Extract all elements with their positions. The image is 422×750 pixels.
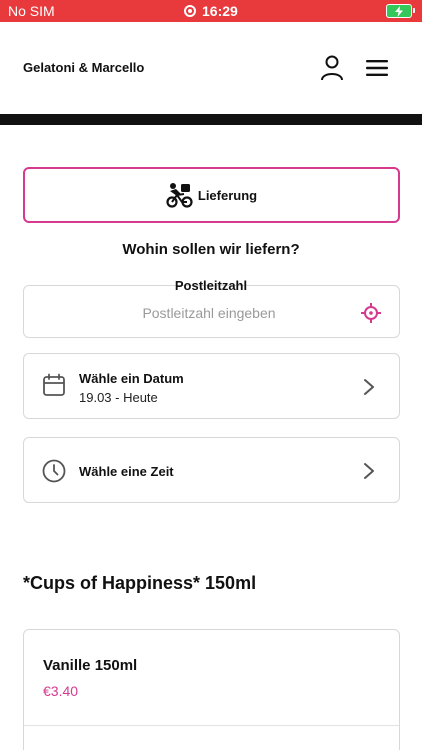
time-picker[interactable]: Wähle eine Zeit: [23, 437, 400, 503]
charging-bolt-icon: [395, 5, 403, 17]
delivery-mode-label: Lieferung: [197, 187, 258, 203]
date-picker-title: Wähle ein Datum: [79, 371, 184, 386]
user-account-icon[interactable]: [320, 55, 344, 81]
category-title: *Cups of Happiness* 150ml: [23, 573, 257, 593]
clock-icon: [42, 459, 66, 483]
chevron-right-icon: [364, 379, 374, 395]
app-header: Gelatoni & Marcello: [0, 22, 422, 114]
postal-code-label: Postleitzahl: [174, 278, 248, 293]
battery-icon: [386, 4, 415, 18]
delivery-mode-button[interactable]: Lieferung: [23, 167, 400, 223]
locate-me-icon[interactable]: [361, 303, 381, 323]
postal-code-input[interactable]: [44, 302, 374, 324]
header-banner-bar: [0, 114, 422, 125]
calendar-icon: [43, 373, 65, 396]
product-price: €3.40: [43, 683, 79, 699]
bicycle-courier-icon: [166, 183, 193, 208]
time-picker-title: Wähle eine Zeit: [79, 464, 174, 479]
clock-time: 16:29: [202, 3, 238, 19]
status-bar: No SIM 16:29: [0, 0, 422, 22]
carrier-label: No SIM: [8, 3, 55, 19]
date-picker[interactable]: Wähle ein Datum 19.03 - Heute: [23, 353, 400, 419]
product-card[interactable]: Vanille 150ml €3.40: [23, 629, 400, 750]
chevron-right-icon: [364, 463, 374, 479]
date-picker-value: 19.03 - Heute: [79, 390, 158, 405]
delivery-question: Wohin sollen wir liefern?: [122, 241, 300, 258]
product-divider: [24, 725, 399, 726]
hamburger-menu-icon[interactable]: [366, 59, 388, 77]
product-name: Vanille 150ml: [43, 657, 138, 674]
brand-name[interactable]: Gelatoni & Marcello: [23, 60, 144, 75]
status-center: 16:29: [184, 3, 238, 19]
orientation-lock-icon: [184, 5, 196, 17]
